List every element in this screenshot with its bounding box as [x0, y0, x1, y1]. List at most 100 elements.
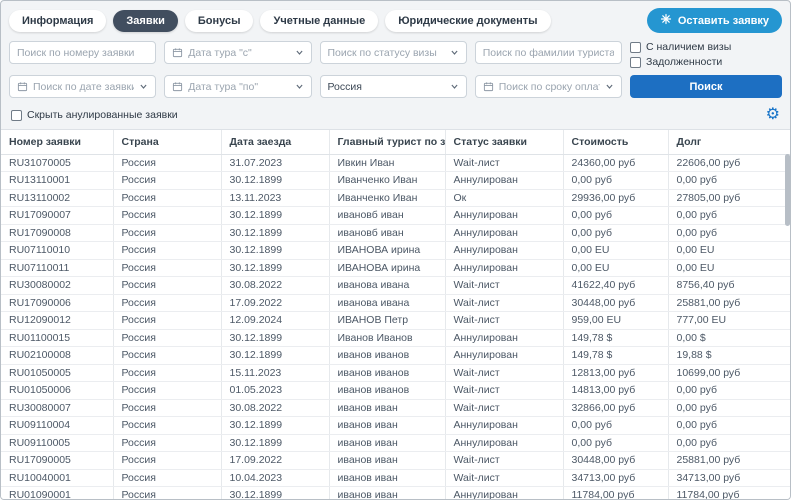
cell-country: Россия	[113, 469, 221, 487]
filter-request-number-text: Поиск по номеру заявки	[17, 47, 148, 59]
cell-cost: 24360,00 руб	[563, 154, 668, 172]
column-header-cost[interactable]: Стоимость	[563, 130, 668, 154]
table-row[interactable]: RU07110010Россия30.12.1899ИВАНОВА иринаА…	[1, 242, 790, 260]
tab-credentials[interactable]: Учетные данные	[260, 10, 378, 32]
cell-cost: 0,00 руб	[563, 417, 668, 435]
filter-request-number[interactable]: Поиск по номеру заявки	[9, 41, 156, 64]
scrollbar-thumb[interactable]	[785, 154, 790, 226]
cell-status: Аннулирован	[445, 434, 563, 452]
cell-debt: 0,00 руб	[668, 172, 790, 190]
filter-visa-status[interactable]: Поиск по статусу визы	[320, 41, 467, 64]
cell-number: RU01050005	[1, 364, 113, 382]
cell-status: Ок	[445, 189, 563, 207]
table-row[interactable]: RU07110011Россия30.12.1899ИВАНОВА иринаА…	[1, 259, 790, 277]
table-row[interactable]: RU09110005Россия30.12.1899иванов иванАнн…	[1, 434, 790, 452]
column-label-debt: Долг	[677, 136, 702, 148]
cell-main-tourist: иванов иван	[329, 452, 445, 470]
tab-legal[interactable]: Юридические документы	[385, 10, 550, 32]
filter-tour-date-from[interactable]: Дата тура "с"	[164, 41, 311, 64]
checkbox-with-visa[interactable]: С наличием визы	[630, 41, 782, 53]
cell-arrival-date: 30.12.1899	[221, 487, 329, 500]
table-row[interactable]: RU10040001Россия10.04.2023иванов иванWai…	[1, 469, 790, 487]
calendar-icon	[172, 47, 183, 58]
cell-main-tourist: Иванченко Иван	[329, 172, 445, 190]
cell-debt: 0,00 EU	[668, 242, 790, 260]
cell-status: Wait-лист	[445, 469, 563, 487]
hide-cancelled-checkbox[interactable]: Скрыть анулированные заявки	[11, 109, 178, 121]
cell-country: Россия	[113, 487, 221, 500]
cell-debt: 27805,00 руб	[668, 189, 790, 207]
column-label-arrival-date: Дата заезда	[230, 136, 292, 148]
table-row[interactable]: RU01050006Россия01.05.2023иванов ивановW…	[1, 382, 790, 400]
tab-bonuses[interactable]: Бонусы	[185, 10, 254, 32]
cell-debt: 8756,40 руб	[668, 277, 790, 295]
table-row[interactable]: RU30080002Россия30.08.2022иванова иванаW…	[1, 277, 790, 295]
cell-cost: 41622,40 руб	[563, 277, 668, 295]
filter-tour-date-to[interactable]: Дата тура "по"	[164, 75, 311, 98]
column-label-main-tourist: Главный турист по заявке	[338, 136, 446, 148]
table-row[interactable]: RU13110001Россия30.12.1899Иванченко Иван…	[1, 172, 790, 190]
table-row[interactable]: RU17090005Россия17.09.2022иванов иванWai…	[1, 452, 790, 470]
table-header-row: Номер заявкиСтрана Дата заезда Главный тур…	[1, 130, 790, 154]
cell-status: Аннулирован	[445, 172, 563, 190]
table-row[interactable]: RU17090007Россия30.12.1899ивановб иванАн…	[1, 207, 790, 225]
cell-arrival-date: 13.11.2023	[221, 189, 329, 207]
cell-debt: 34713,00 руб	[668, 469, 790, 487]
cell-number: RU07110010	[1, 242, 113, 260]
column-header-country[interactable]: Страна	[113, 130, 221, 154]
cell-number: RU31070005	[1, 154, 113, 172]
table-row[interactable]: RU09110004Россия30.12.1899иванов иванАнн…	[1, 417, 790, 435]
leave-request-button[interactable]: Оставить заявку	[647, 8, 782, 33]
filter-tourist-surname[interactable]: Поиск по фамилии туриста	[475, 41, 622, 64]
cell-country: Россия	[113, 434, 221, 452]
cell-number: RU17090007	[1, 207, 113, 225]
tab-info[interactable]: Информация	[9, 10, 106, 32]
table-row[interactable]: RU31070005Россия31.07.2023Ивкин ИванWait…	[1, 154, 790, 172]
filter-request-date[interactable]: Поиск по дате заявки	[9, 75, 156, 98]
checkbox-debts[interactable]: Задолженности	[630, 56, 782, 68]
column-header-arrival-date[interactable]: Дата заезда	[221, 130, 329, 154]
requests-table-grid: Номер заявкиСтрана Дата заезда Главный тур…	[1, 130, 790, 499]
filter-country[interactable]: Россия	[320, 75, 467, 98]
column-header-main-tourist[interactable]: Главный турист по заявке	[329, 130, 445, 154]
table-scrollbar[interactable]	[785, 130, 790, 499]
cell-country: Россия	[113, 417, 221, 435]
column-header-number[interactable]: Номер заявки	[1, 130, 113, 154]
table-row[interactable]: RU17090006Россия17.09.2022иванова иванаW…	[1, 294, 790, 312]
cell-main-tourist: иванов иванов	[329, 382, 445, 400]
filter-country-text: Россия	[328, 81, 445, 93]
table-row[interactable]: RU17090008Россия30.12.1899ивановб иванАн…	[1, 224, 790, 242]
table-row[interactable]: RU30080007Россия30.08.2022иванов иванWai…	[1, 399, 790, 417]
cell-arrival-date: 30.12.1899	[221, 329, 329, 347]
cell-number: RU17090005	[1, 452, 113, 470]
cell-country: Россия	[113, 242, 221, 260]
column-header-debt[interactable]: Долг	[668, 130, 790, 154]
table-row[interactable]: RU12090012Россия12.09.2024ИВАНОВ ПетрWai…	[1, 312, 790, 330]
sparkle-icon	[660, 13, 672, 28]
tab-requests[interactable]: Заявки	[113, 10, 177, 32]
filter-payment-due[interactable]: Поиск по сроку оплаты	[475, 75, 622, 98]
search-button[interactable]: Поиск	[630, 75, 782, 98]
cell-arrival-date: 17.09.2022	[221, 452, 329, 470]
cell-country: Россия	[113, 207, 221, 225]
settings-gear-icon[interactable]: ⚙	[766, 107, 780, 123]
checkbox-box	[11, 110, 22, 121]
table-row[interactable]: RU01100015Россия30.12.1899Иванов ИвановА…	[1, 329, 790, 347]
cell-number: RU17090006	[1, 294, 113, 312]
cell-status: Аннулирован	[445, 207, 563, 225]
table-row[interactable]: RU01090001Россия30.12.1899иванов иванАнн…	[1, 487, 790, 500]
cell-main-tourist: ивановб иван	[329, 224, 445, 242]
table-row[interactable]: RU01050005Россия15.11.2023иванов ивановW…	[1, 364, 790, 382]
app-window: Информация Заявки Бонусы Учетные данные Юрид…	[0, 0, 791, 500]
chevron-down-icon	[450, 82, 459, 91]
cell-main-tourist: иванов иван	[329, 399, 445, 417]
column-header-status[interactable]: Статус заявки	[445, 130, 563, 154]
table-row[interactable]: RU02100008Россия30.12.1899иванов ивановА…	[1, 347, 790, 365]
cell-number: RU13110001	[1, 172, 113, 190]
cell-arrival-date: 30.12.1899	[221, 259, 329, 277]
hide-cancelled-label: Скрыть анулированные заявки	[27, 109, 178, 121]
cell-main-tourist: Иванченко Иван	[329, 189, 445, 207]
cell-main-tourist: иванов иван	[329, 469, 445, 487]
cell-status: Wait-лист	[445, 294, 563, 312]
table-row[interactable]: RU13110002Россия13.11.2023Иванченко Иван…	[1, 189, 790, 207]
